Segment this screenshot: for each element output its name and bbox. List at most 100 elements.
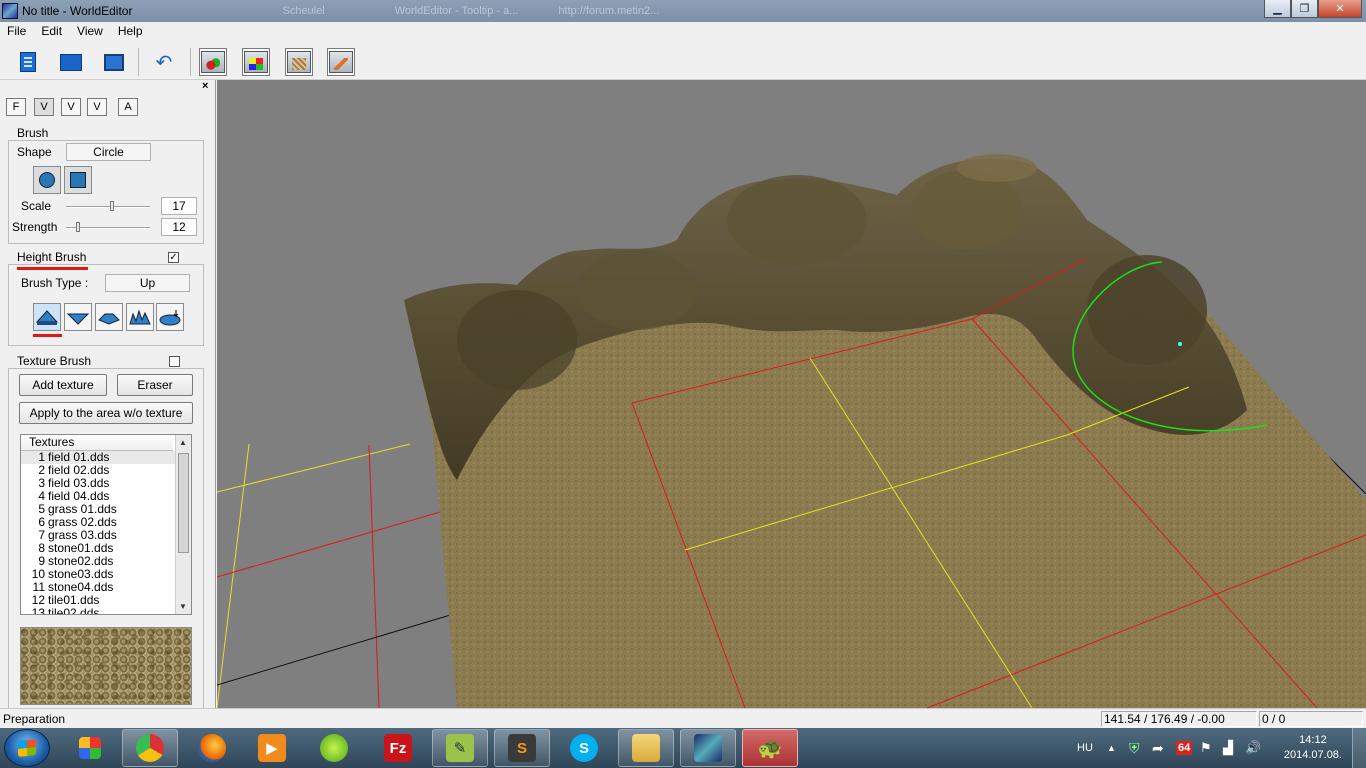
taskbar-firefox[interactable] xyxy=(184,729,240,767)
network-share-icon[interactable]: ➦ xyxy=(1152,728,1164,768)
open-folder-button[interactable] xyxy=(57,48,85,76)
maximize-button[interactable]: ❐ xyxy=(1291,0,1318,18)
background-tab-3: http://forum.metin2... xyxy=(558,5,660,17)
draw-window-button[interactable] xyxy=(327,48,355,76)
tab-v3[interactable]: V xyxy=(87,98,107,116)
skype-icon: S xyxy=(570,734,598,762)
flag-icon[interactable]: ⚑ xyxy=(1200,728,1212,768)
texture-list-item[interactable]: 11 stone04.dds xyxy=(21,581,191,594)
tray-expand-icon[interactable]: ▲ xyxy=(1107,728,1116,768)
scale-value[interactable]: 17 xyxy=(161,197,197,215)
strength-slider-thumb[interactable] xyxy=(75,222,80,232)
texture-brush-checkbox[interactable] xyxy=(169,356,180,367)
volume-icon[interactable]: 🔊 xyxy=(1245,728,1261,768)
close-panel-icon[interactable]: × xyxy=(202,80,208,92)
security-shield-icon[interactable]: ⛨ xyxy=(1129,728,1140,768)
menu-file[interactable]: File xyxy=(0,24,34,38)
circle-shape-button[interactable] xyxy=(33,166,61,194)
worldeditor-app-icon[interactable] xyxy=(2,3,18,19)
minimize-button[interactable]: ▁ xyxy=(1264,0,1291,18)
save-button[interactable] xyxy=(100,48,128,76)
scroll-thumb[interactable] xyxy=(178,453,189,553)
scale-slider[interactable] xyxy=(66,201,150,211)
show-desktop-button[interactable] xyxy=(1352,728,1366,768)
selected-brush-underline xyxy=(33,334,62,337)
folder-explorer-icon xyxy=(632,734,660,762)
strength-slider[interactable] xyxy=(66,222,150,232)
noise-brush-button[interactable] xyxy=(126,303,154,331)
tab-f[interactable]: F xyxy=(6,98,26,116)
taskbar-skype[interactable]: S xyxy=(556,729,612,767)
texture-list-scrollbar[interactable]: ▲ ▼ xyxy=(175,435,191,614)
worldeditor-icon xyxy=(694,734,722,762)
texture-list-item[interactable]: 12 tile01.dds xyxy=(21,594,191,607)
strength-value[interactable]: 12 xyxy=(161,218,197,236)
square-shape-button[interactable] xyxy=(64,166,92,194)
menu-help[interactable]: Help xyxy=(111,24,151,38)
tab-v2[interactable]: V xyxy=(61,98,81,116)
texture-name: tile02.dds xyxy=(48,606,100,615)
taskbar-leaf[interactable] xyxy=(306,729,362,767)
terrain-scene[interactable] xyxy=(217,80,1366,708)
toolbar-separator xyxy=(138,48,139,76)
taskbar-worldeditor[interactable] xyxy=(680,729,736,767)
up-brush-button[interactable] xyxy=(33,303,61,331)
texture-list[interactable]: Textures 1 field 01.dds 2 field 02.dds 3 fiel… xyxy=(20,434,192,615)
scroll-down-icon[interactable]: ▼ xyxy=(179,602,187,611)
scroll-up-icon[interactable]: ▲ xyxy=(179,438,187,447)
language-indicator[interactable]: HU xyxy=(1077,728,1093,768)
smooth-brush-button[interactable] xyxy=(156,303,184,331)
taskbar-filezilla[interactable]: Fz xyxy=(370,729,426,767)
background-tab-2: WorldEditor - Tooltip - a... xyxy=(394,5,519,17)
hill-bump xyxy=(577,250,697,330)
smooth-brush-icon xyxy=(159,310,181,326)
tab-a[interactable]: A xyxy=(118,98,138,116)
scale-slider-thumb[interactable] xyxy=(110,201,114,211)
menu-view[interactable]: View xyxy=(70,24,111,38)
texture-list-item[interactable]: 13 tile02.dds xyxy=(21,607,191,615)
taskbar-explorer[interactable] xyxy=(618,729,674,767)
new-document-button[interactable] xyxy=(14,48,42,76)
taskbar-tortoise[interactable]: 🐢 xyxy=(742,729,798,767)
texture-name: stone03.dds xyxy=(48,567,114,581)
map-window-icon xyxy=(287,51,311,73)
apply-area-button[interactable]: Apply to the area w/o texture xyxy=(19,402,193,424)
terrain-viewport[interactable] xyxy=(217,80,1366,708)
add-texture-button[interactable]: Add texture xyxy=(19,374,107,396)
folder-icon xyxy=(60,53,82,71)
flatten-brush-button[interactable] xyxy=(95,303,123,331)
taskbar-app-grid[interactable] xyxy=(62,729,118,767)
undo-button[interactable]: ↶ xyxy=(150,48,178,76)
menu-edit[interactable]: Edit xyxy=(34,24,70,38)
taskbar-chrome[interactable] xyxy=(122,729,178,767)
texture-name: grass 01.dds xyxy=(48,502,117,516)
down-brush-button[interactable] xyxy=(64,303,92,331)
tray-badge-icon[interactable]: 64 xyxy=(1176,728,1193,768)
texture-list-header[interactable]: Textures xyxy=(21,435,173,451)
texture-brush-title: Texture Brush xyxy=(15,354,94,368)
height-brush-checkbox[interactable]: ✓ xyxy=(168,252,179,263)
taskbar-notepad[interactable]: ✎ xyxy=(432,729,488,767)
signal-icon[interactable]: ▟ xyxy=(1223,728,1233,768)
close-window-button[interactable]: ✕ xyxy=(1318,0,1362,18)
taskbar: ▶ Fz ✎ S S 🐢 HU ▲ ⛨ ➦ 64 ⚑ ▟ 🔊 14:12 201… xyxy=(0,728,1366,768)
taskbar-media[interactable]: ▶ xyxy=(244,729,300,767)
texture-name: stone01.dds xyxy=(48,541,114,555)
eraser-button[interactable]: Eraser xyxy=(117,374,193,396)
status-bar: Preparation 141.54 / 176.49 / -0.00 0 / … xyxy=(0,708,1366,728)
status-text: Preparation xyxy=(3,712,66,726)
system-clock[interactable]: 14:12 2014.07.08. xyxy=(1284,733,1342,763)
texture-window-button[interactable] xyxy=(242,48,270,76)
taskbar-sublime[interactable]: S xyxy=(494,729,550,767)
app-grid-icon xyxy=(79,737,101,759)
texture-name: field 02.dds xyxy=(48,463,110,477)
start-button[interactable] xyxy=(4,729,50,767)
firefox-icon xyxy=(198,734,226,762)
object-window-button[interactable] xyxy=(199,48,227,76)
tortoise-icon: 🐢 xyxy=(757,737,783,760)
shape-value: Circle xyxy=(66,143,151,161)
hill-bump xyxy=(457,290,577,390)
tab-v1[interactable]: V xyxy=(34,98,54,116)
map-window-button[interactable] xyxy=(285,48,313,76)
notepad-icon: ✎ xyxy=(446,734,474,762)
